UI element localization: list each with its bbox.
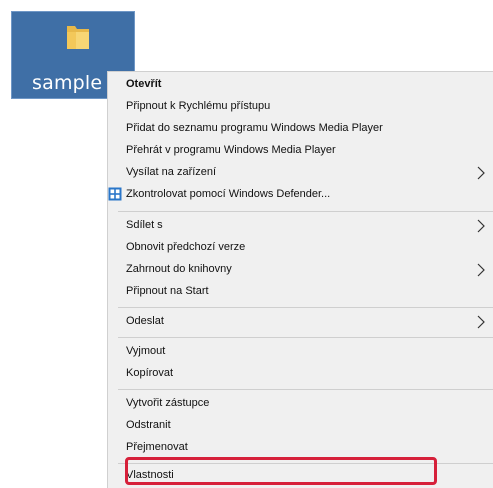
menu-separator	[118, 389, 493, 390]
menu-item-label: Připnout k Rychlému přístupu	[126, 100, 271, 112]
chevron-right-icon	[477, 315, 485, 329]
context-menu: Otevřít Připnout k Rychlému přístupu Při…	[107, 71, 493, 488]
menu-item-add-wmp-list[interactable]: Přidat do seznamu programu Windows Media…	[108, 119, 493, 141]
menu-item-label: Vytvořit zástupce	[126, 397, 210, 409]
properties-highlight-box	[125, 457, 437, 485]
menu-separator	[118, 211, 493, 212]
menu-item-label: Odstranit	[126, 419, 171, 431]
menu-item-play-wmp[interactable]: Přehrát v programu Windows Media Player	[108, 141, 493, 163]
menu-item-label: Přehrát v programu Windows Media Player	[126, 144, 336, 156]
menu-item-label: Obnovit předchozí verze	[126, 241, 246, 253]
menu-item-copy[interactable]: Kopírovat	[108, 364, 493, 386]
chevron-right-icon	[477, 219, 485, 233]
menu-item-label: Sdílet s	[126, 219, 163, 231]
menu-item-label: Vysílat na zařízení	[126, 166, 217, 178]
menu-separator	[118, 307, 493, 308]
menu-item-share-with[interactable]: Sdílet s	[108, 216, 493, 238]
menu-item-create-shortcut[interactable]: Vytvořit zástupce	[108, 394, 493, 416]
menu-item-label: Otevřít	[126, 78, 162, 90]
menu-item-cast-to-device[interactable]: Vysílat na zařízení	[108, 163, 493, 185]
menu-item-label: Odeslat	[126, 315, 164, 327]
menu-item-label: Přidat do seznamu programu Windows Media…	[126, 122, 383, 134]
menu-item-include-library[interactable]: Zahrnout do knihovny	[108, 260, 493, 282]
chevron-right-icon	[477, 263, 485, 277]
windows-defender-icon	[108, 187, 122, 201]
menu-item-label: Přejmenovat	[126, 441, 188, 453]
menu-item-send-to[interactable]: Odeslat	[108, 312, 493, 334]
menu-item-open[interactable]: Otevřít	[108, 75, 493, 97]
menu-item-label: Zkontrolovat pomocí Windows Defender...	[126, 188, 331, 200]
menu-item-label: Zahrnout do knihovny	[126, 263, 232, 275]
chevron-right-icon	[477, 166, 485, 180]
menu-item-pin-quick-access[interactable]: Připnout k Rychlému přístupu	[108, 97, 493, 119]
menu-item-label: Kopírovat	[126, 367, 174, 379]
menu-item-restore-previous[interactable]: Obnovit předchozí verze	[108, 238, 493, 260]
menu-item-label: Vyjmout	[126, 345, 166, 357]
menu-separator	[118, 337, 493, 338]
menu-item-pin-start[interactable]: Připnout na Start	[108, 282, 493, 304]
menu-item-label: Připnout na Start	[126, 285, 209, 297]
menu-item-delete[interactable]: Odstranit	[108, 416, 493, 438]
menu-item-scan-defender[interactable]: Zkontrolovat pomocí Windows Defender...	[108, 185, 493, 207]
menu-item-cut[interactable]: Vyjmout	[108, 342, 493, 364]
folder-icon	[67, 26, 89, 49]
desktop-icon-label: sample	[32, 72, 103, 94]
